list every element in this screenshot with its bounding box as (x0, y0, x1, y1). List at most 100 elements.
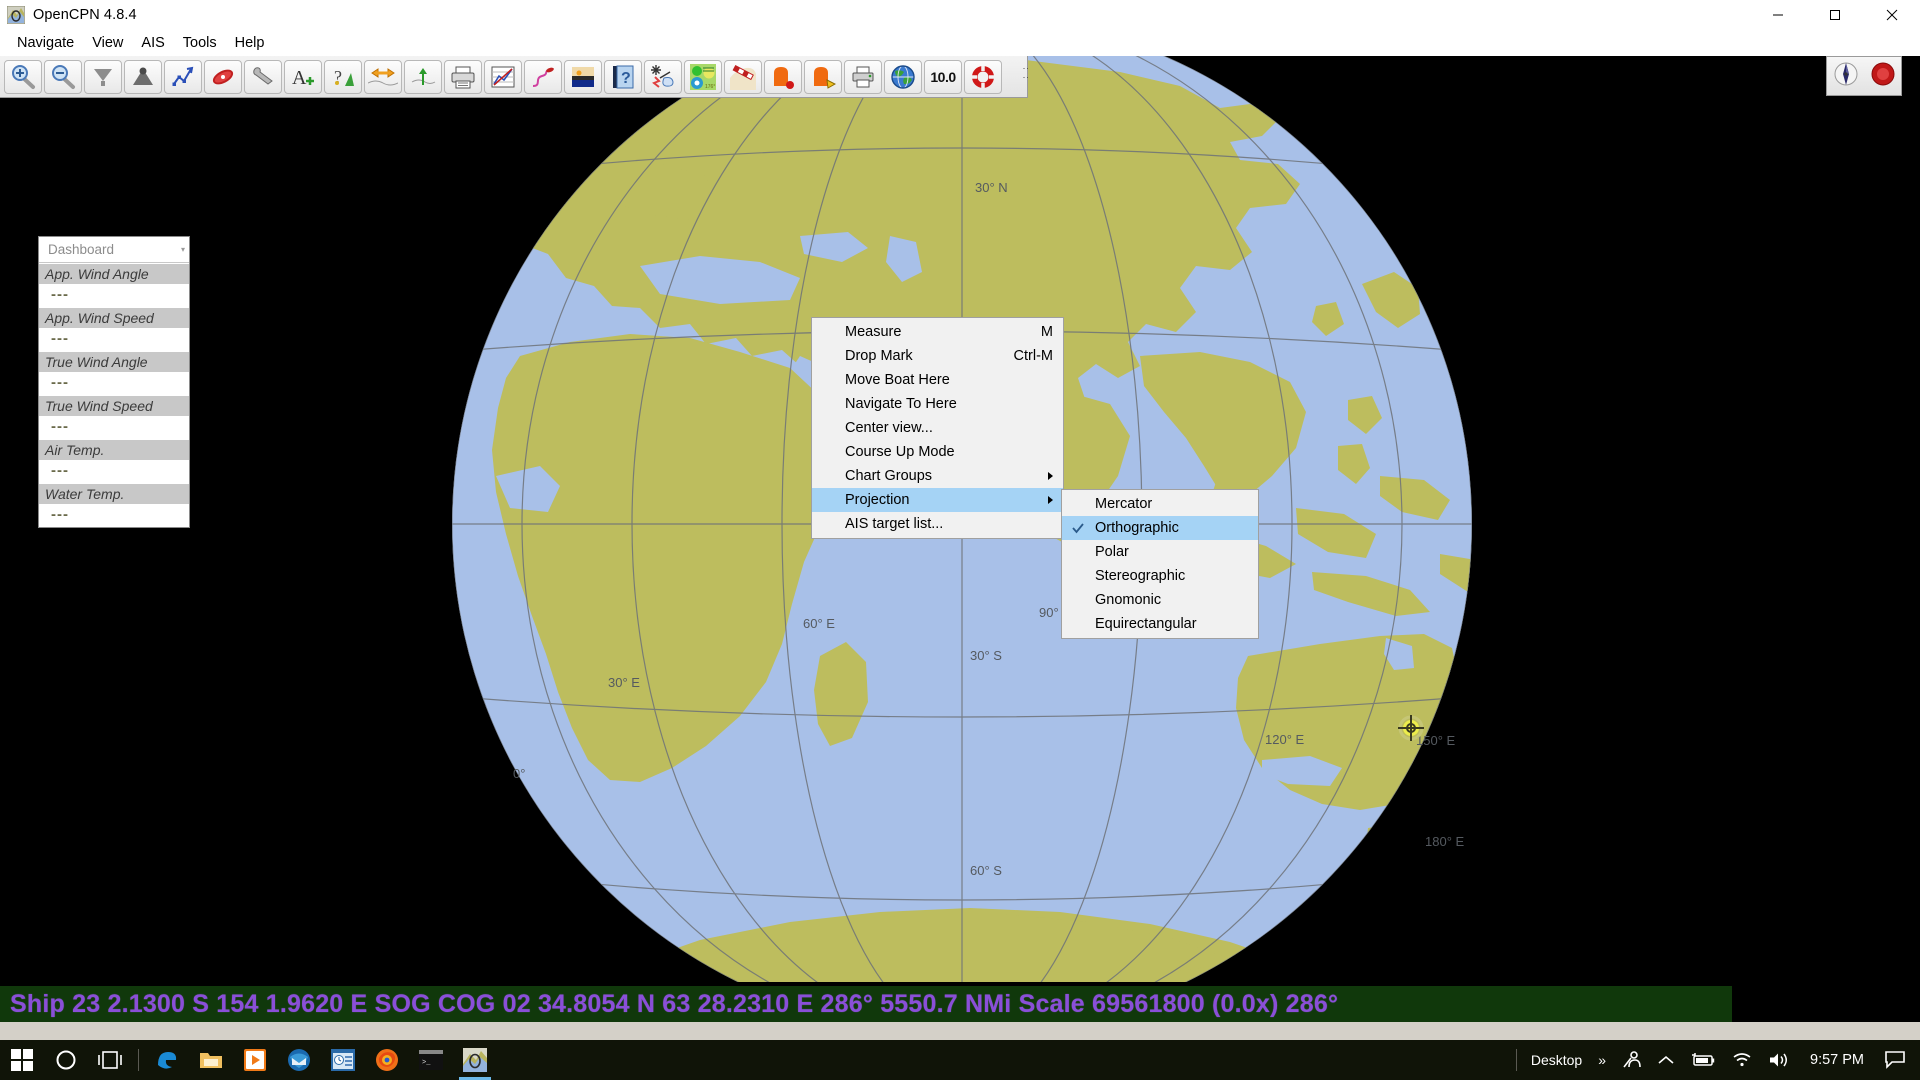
ctx-ais-target-list[interactable]: AIS target list... (812, 512, 1063, 536)
print-small-icon[interactable] (844, 59, 882, 94)
gps-status-icon[interactable] (1868, 59, 1898, 94)
projection-gnomonic[interactable]: Gnomonic (1062, 588, 1258, 612)
mob-pointer-icon[interactable] (804, 59, 842, 94)
enc-soundings-icon[interactable]: ? (324, 59, 362, 94)
gauge-value-water-temp: --- (39, 504, 189, 527)
gauge-value-app-wind-angle: --- (39, 284, 189, 307)
opencpn-taskbar-icon[interactable] (453, 1040, 497, 1080)
projection-mercator-label: Mercator (1095, 496, 1153, 512)
ctx-move-boat-here[interactable]: Move Boat Here (812, 368, 1063, 392)
zoom-in-icon[interactable] (4, 59, 42, 94)
ctx-navigate-to-here[interactable]: Navigate To Here (812, 392, 1063, 416)
ctx-drop-mark-label: Drop Mark (845, 348, 913, 364)
projection-polar[interactable]: Polar (1062, 540, 1258, 564)
dashboard-header[interactable]: Dashboard ▾ (39, 237, 189, 263)
dashboard-panel[interactable]: Dashboard ▾ App. Wind Angle --- App. Win… (38, 236, 190, 528)
ctx-measure-accel: M (1040, 324, 1053, 340)
minimize-button[interactable] (1749, 0, 1806, 30)
ctx-ais-target-list-label: AIS target list... (845, 516, 944, 532)
projection-equirectangular[interactable]: Equirectangular (1062, 612, 1258, 636)
enc-anchor-icon[interactable] (404, 59, 442, 94)
start-button-icon[interactable] (0, 1040, 44, 1080)
dashboard-icon[interactable]: 176° (684, 59, 722, 94)
world-globe-icon[interactable] (884, 59, 922, 94)
svg-text:⋮⋮: ⋮⋮ (1022, 64, 1030, 82)
chart-context-menu: Measure M Drop Mark Ctrl-M Move Boat Her… (811, 317, 1064, 539)
chevron-down-icon[interactable]: ▾ (181, 245, 185, 254)
svg-text:60° S: 60° S (970, 863, 1002, 878)
battery-icon[interactable] (1682, 1040, 1724, 1080)
follow-ship-icon[interactable] (84, 59, 122, 94)
zoom-out-icon[interactable] (44, 59, 82, 94)
gauge-value-app-wind-speed: --- (39, 328, 189, 351)
checkmark-icon (1071, 521, 1085, 535)
close-button[interactable] (1863, 0, 1920, 30)
ctx-drop-mark[interactable]: Drop Mark Ctrl-M (812, 344, 1063, 368)
projection-polar-label: Polar (1095, 544, 1129, 560)
grib-plot-icon[interactable] (484, 59, 522, 94)
menu-view[interactable]: View (83, 32, 132, 54)
menu-ais[interactable]: AIS (132, 32, 173, 54)
compass-rose-icon[interactable] (1831, 59, 1861, 94)
ctx-course-up-mode[interactable]: Course Up Mode (812, 440, 1063, 464)
settings-wrench-icon[interactable] (244, 59, 282, 94)
ctx-navigate-to-here-label: Navigate To Here (845, 396, 957, 412)
status-bar: Ship 23 2.1300 S 154 1.9620 E SOG COG 02… (0, 986, 1732, 1022)
ctx-chart-groups[interactable]: Chart Groups (812, 464, 1063, 488)
lifebuoy-icon[interactable] (964, 59, 1002, 94)
logbook-icon[interactable] (724, 59, 762, 94)
file-explorer-icon[interactable] (189, 1040, 233, 1080)
firefox-icon[interactable] (365, 1040, 409, 1080)
svg-text:120° E: 120° E (1265, 732, 1305, 747)
projection-gnomonic-label: Gnomonic (1095, 592, 1162, 608)
tray-clock[interactable]: 9:57 PM (1798, 1052, 1876, 1068)
toolbar-grip[interactable]: ⋮⋮ (1004, 60, 1042, 94)
desktop-label[interactable]: Desktop (1523, 1040, 1590, 1080)
ctx-projection[interactable]: Projection (812, 488, 1063, 512)
wifi-icon[interactable] (1724, 1040, 1760, 1080)
show-tides-icon[interactable] (124, 59, 162, 94)
ctx-projection-label: Projection (845, 492, 910, 508)
projection-mercator[interactable]: Mercator (1062, 492, 1258, 516)
chevron-up-icon[interactable] (1650, 1040, 1682, 1080)
maximize-button[interactable] (1806, 0, 1863, 30)
weather-window-icon[interactable] (321, 1040, 365, 1080)
projection-orthographic-label: Orthographic (1095, 520, 1179, 536)
media-player-icon[interactable] (233, 1040, 277, 1080)
create-route-icon[interactable] (164, 59, 202, 94)
menu-tools[interactable]: Tools (174, 32, 226, 54)
mob-icon[interactable] (764, 59, 802, 94)
svg-text:180° E: 180° E (1425, 834, 1465, 849)
dashboard-title: Dashboard (48, 242, 115, 257)
task-view-icon[interactable] (88, 1040, 132, 1080)
chart-bar-icon[interactable] (564, 59, 602, 94)
projection-stereographic[interactable]: Stereographic (1062, 564, 1258, 588)
menu-navigate[interactable]: Navigate (8, 32, 83, 54)
ctx-measure[interactable]: Measure M (812, 320, 1063, 344)
gauge-value-true-wind-speed: --- (39, 416, 189, 439)
projection-equirectangular-label: Equirectangular (1095, 616, 1197, 632)
people-icon[interactable] (1614, 1040, 1650, 1080)
tray-overflow-icon[interactable]: » (1590, 1040, 1614, 1080)
terminal-icon[interactable]: >_ (409, 1040, 453, 1080)
projection-orthographic[interactable]: Orthographic (1062, 516, 1258, 540)
enc-text-icon[interactable]: A (284, 59, 322, 94)
weatherfax-icon[interactable] (644, 59, 682, 94)
ctx-center-view[interactable]: Center view... (812, 416, 1063, 440)
track-icon[interactable] (524, 59, 562, 94)
help-book-icon[interactable]: ? (604, 59, 642, 94)
enc-lights-icon[interactable] (364, 59, 402, 94)
notification-icon[interactable] (1876, 1040, 1914, 1080)
zoom-scale-icon[interactable]: 10.0 (924, 59, 962, 94)
menu-bar: Navigate View AIS Tools Help (0, 30, 1920, 56)
svg-text:0°: 0° (513, 766, 525, 781)
print-chart-icon[interactable] (444, 59, 482, 94)
route-manager-icon[interactable] (204, 59, 242, 94)
gauge-label-true-wind-angle: True Wind Angle (39, 351, 189, 372)
menu-help[interactable]: Help (226, 32, 274, 54)
volume-icon[interactable] (1760, 1040, 1798, 1080)
thunderbird-icon[interactable] (277, 1040, 321, 1080)
svg-text:90°: 90° (1039, 605, 1059, 620)
cortana-search-icon[interactable] (44, 1040, 88, 1080)
edge-browser-icon[interactable] (145, 1040, 189, 1080)
